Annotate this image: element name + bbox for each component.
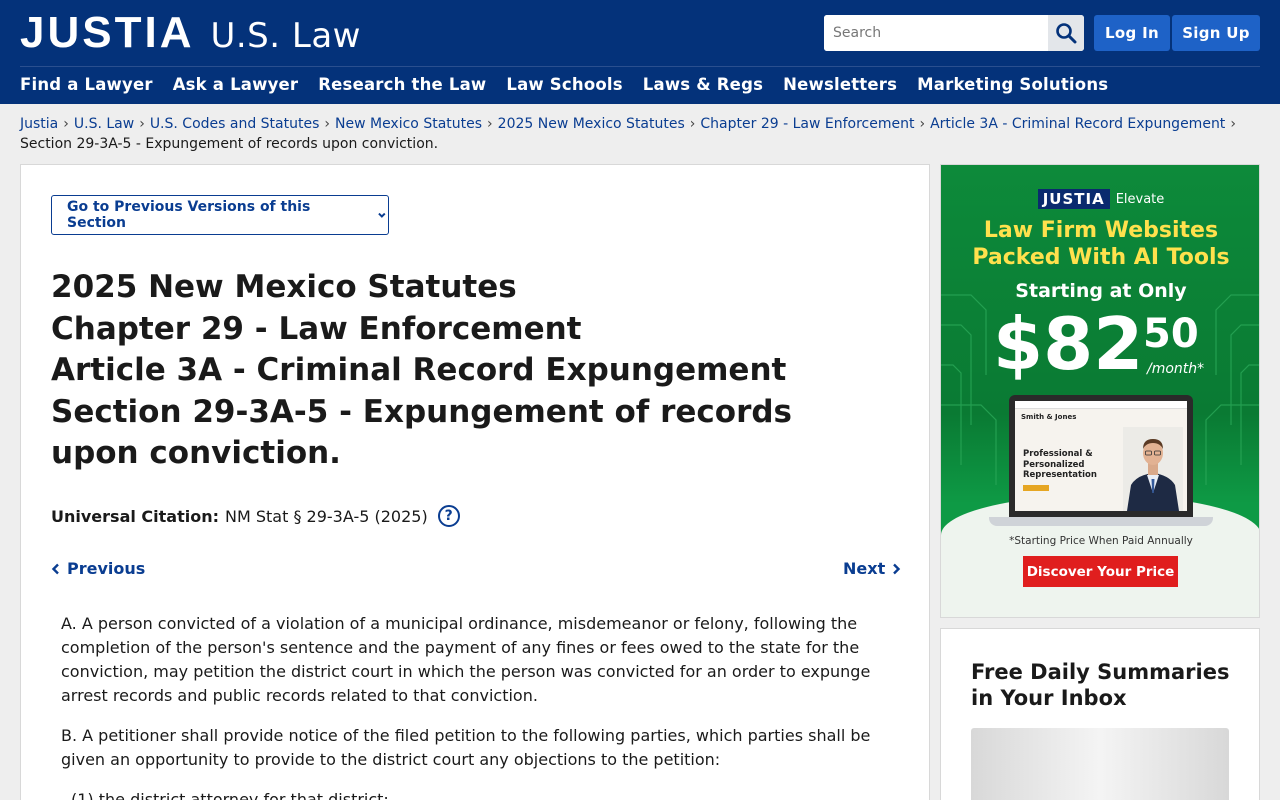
statute-paragraph: A. A person convicted of a violation of … [61,614,871,705]
nav-divider [20,66,1260,67]
mockup-tagline-line: Representation [1023,470,1097,480]
chevron-down-icon [378,212,386,218]
mockup-tagline-line: Personalized [1023,459,1085,470]
breadcrumb-current: Section 29-3A-5 - Expungement of records… [20,136,439,152]
mockup-nav [1015,401,1187,409]
breadcrumb-link[interactable]: Chapter 29 - Law Enforcement [700,116,914,132]
signup-button[interactable]: Sign Up [1172,15,1260,51]
laptop-screen: Smith & Jones Professional & Personalize… [1015,401,1187,511]
nav-law-schools[interactable]: Law Schools [506,74,622,96]
breadcrumb-separator: › [1230,116,1236,132]
nav-find-a-lawyer[interactable]: Find a Lawyer [20,74,153,96]
previous-versions-dropdown[interactable]: Go to Previous Versions of this Section [51,195,389,235]
breadcrumb-separator: › [919,116,926,132]
mockup-tagline-line: Professional & [1023,449,1093,459]
nav-research-the-law[interactable]: Research the Law [318,74,486,96]
title-line: 2025 New Mexico Statutes [51,269,517,305]
statute-content: Go to Previous Versions of this Section … [20,164,930,800]
breadcrumb-link[interactable]: New Mexico Statutes [335,116,482,132]
ad-brand-sub: Elevate [1115,191,1165,207]
next-label: Next [843,559,886,578]
search-button[interactable] [1048,15,1084,51]
ad-headline: Law Firm Websites Packed With AI Tools [941,217,1259,271]
ad-price-cents: 50 [1143,311,1199,357]
laptop-mockup: Smith & Jones Professional & Personalize… [1009,395,1193,517]
breadcrumb-separator: › [689,116,696,132]
ad-footnote: *Starting Price When Paid Annually [1009,535,1193,547]
nav-marketing-solutions[interactable]: Marketing Solutions [917,74,1108,96]
person-photo [1123,427,1183,511]
help-icon[interactable]: ? [437,505,460,527]
nav-ask-a-lawyer[interactable]: Ask a Lawyer [173,74,299,96]
title-line: Section 29-3A-5 - Expungement of records… [51,393,793,472]
advertisement[interactable]: JUSTIA Elevate Law Firm Websites Packed … [940,164,1260,618]
discover-price-button[interactable]: Discover Your Price [1023,556,1178,587]
laptop-base [989,517,1213,526]
breadcrumb-separator: › [487,116,493,132]
breadcrumb-link[interactable]: U.S. Law [74,116,134,132]
previous-versions-label: Go to Previous Versions of this Section [67,199,311,231]
title-line: Article 3A - Criminal Record Expungement [51,352,787,388]
nav-newsletters[interactable]: Newsletters [783,74,897,96]
search-box [824,15,1084,51]
ad-price-period: /month* [1147,361,1205,377]
citation-label: Universal Citation: [51,506,219,526]
ad-price: $82 50 /month* [993,301,1204,387]
logo-section-name: U.S. Law [210,16,361,56]
breadcrumb-link[interactable]: 2025 New Mexico Statutes [498,116,685,132]
chevron-right-icon [893,563,901,574]
newsletter-signup: Free Daily Summaries in Your Inbox [940,628,1260,800]
main-nav: Find a Lawyer Ask a Lawyer Research the … [20,74,1108,96]
ad-brand-logo: JUSTIA [1037,189,1110,209]
newsletter-image-placeholder [971,728,1229,800]
breadcrumb-separator: › [139,116,145,132]
justia-logo[interactable]: JUSTIA U.S. Law [20,10,361,59]
chevron-left-icon [51,563,59,574]
statute-text: A. A person convicted of a violation of … [61,612,901,800]
title-line: Chapter 29 - Law Enforcement [51,310,582,347]
mockup-logo: Smith & Jones [1021,413,1077,421]
mockup-button [1023,485,1049,491]
breadcrumb: Justia › U.S. Law › U.S. Codes and Statutes ›… [20,114,1260,154]
universal-citation: Universal Citation: NM Stat § 29-3A-5 (2… [51,505,460,527]
logo-wordmark: JUSTIA [20,8,195,57]
ad-price-dollars: $82 [993,302,1144,386]
breadcrumb-separator: › [324,116,330,132]
ad-headline-line: Law Firm Websites [983,218,1219,243]
search-input[interactable] [824,15,1048,51]
breadcrumb-separator: › [63,116,69,132]
previous-label: Previous [67,559,146,578]
previous-link[interactable]: Previous [51,559,145,578]
site-header: JUSTIA U.S. Law Log In Sign Up Find a La… [0,0,1280,104]
breadcrumb-link[interactable]: U.S. Codes and Statutes [150,116,320,132]
login-button[interactable]: Log In [1094,15,1170,51]
search-icon [1056,23,1077,44]
newsletter-title: Free Daily Summaries in Your Inbox [971,660,1230,710]
statute-paragraph: (1) the district attorney for that distr… [71,790,389,800]
breadcrumb-link[interactable]: Article 3A - Criminal Record Expungement [930,116,1225,132]
next-link[interactable]: Next [843,559,901,578]
mockup-tagline: Professional & Personalized Representati… [1023,449,1097,481]
nav-laws-and-regs[interactable]: Laws & Regs [643,74,763,96]
ad-starting: Starting at Only [1015,280,1187,302]
breadcrumb-link[interactable]: Justia [20,116,58,132]
citation-value: NM Stat § 29-3A-5 (2025) [225,506,428,526]
page-title: 2025 New Mexico Statutes Chapter 29 - La… [51,267,881,475]
ad-headline-line: Packed With AI Tools [972,245,1230,270]
ad-brand: JUSTIA Elevate [941,189,1259,209]
statute-paragraph: B. A petitioner shall provide notice of … [61,726,871,769]
